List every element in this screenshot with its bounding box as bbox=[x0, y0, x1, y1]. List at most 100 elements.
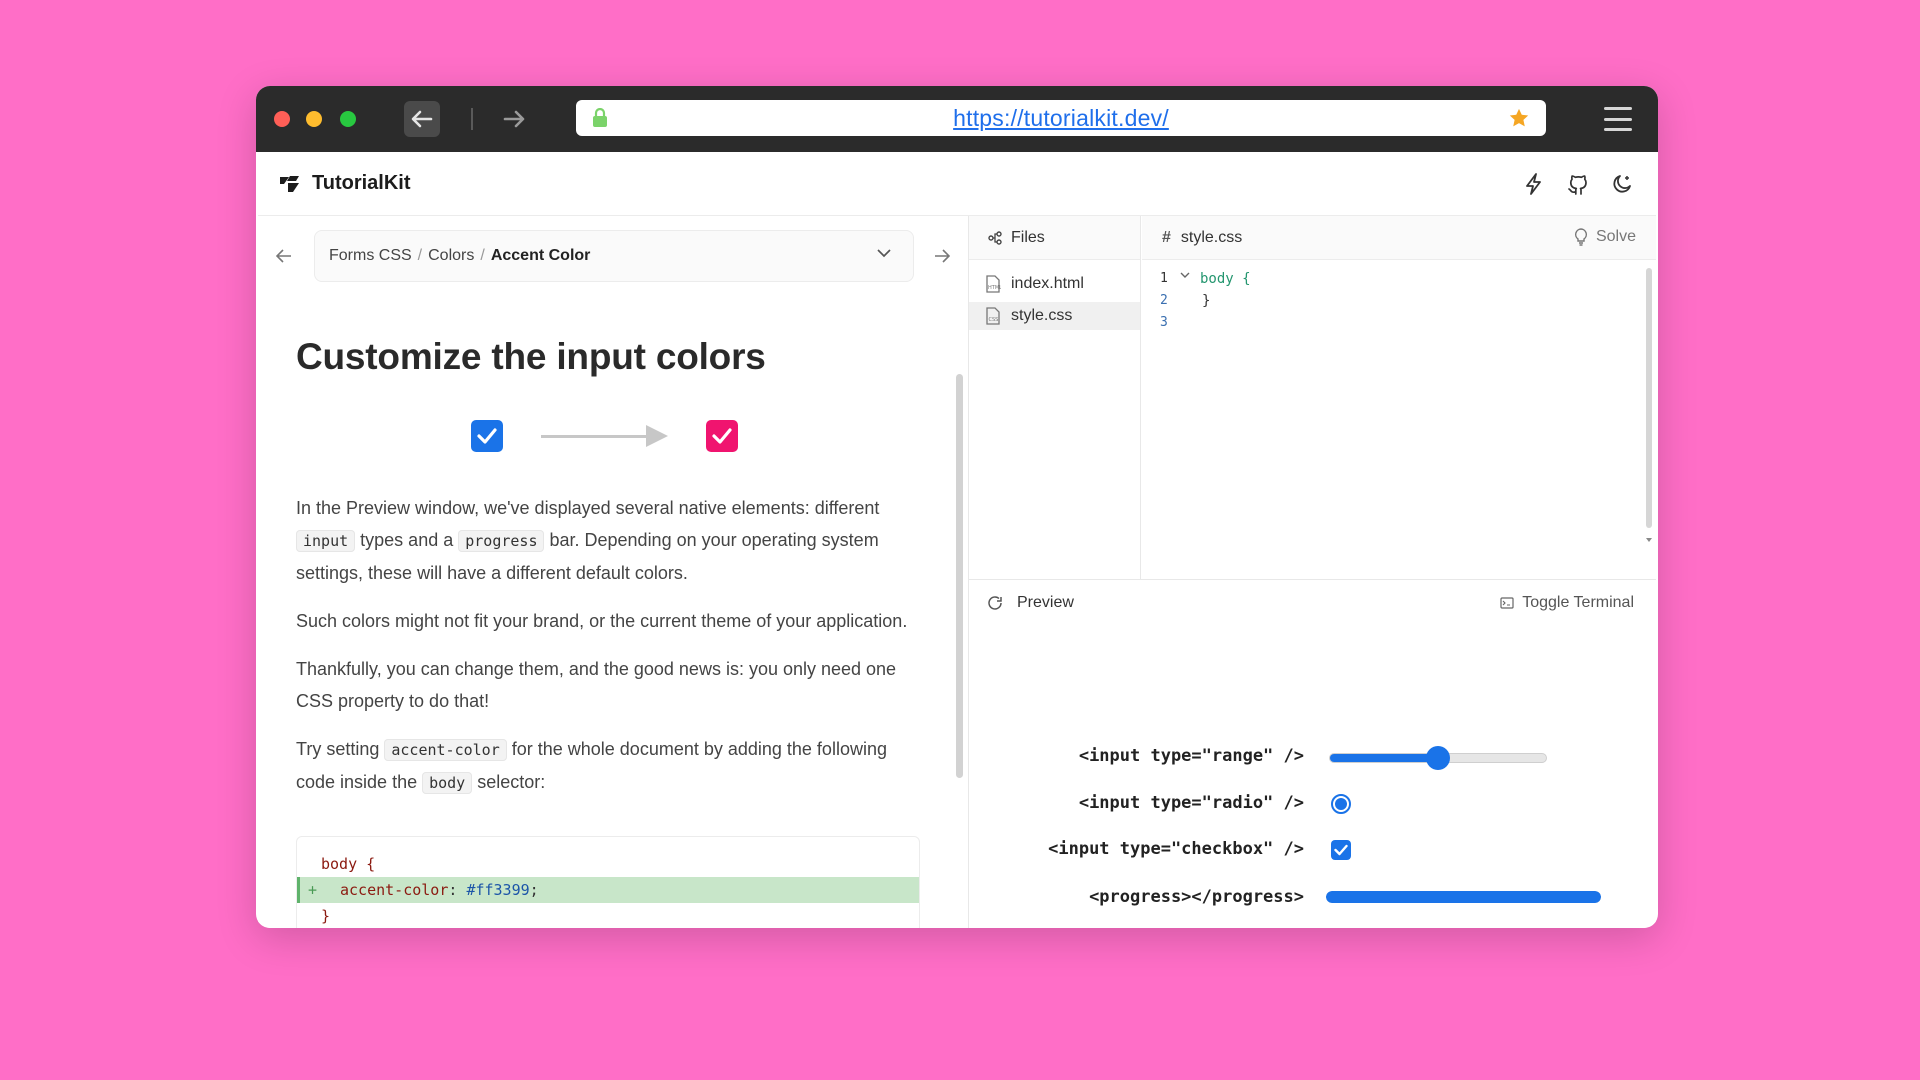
progress-label: <progress></progress> bbox=[1089, 887, 1304, 907]
code-block: body { + accent-color: #ff3399; } bbox=[296, 836, 920, 928]
preview-row-progress: <progress></progress> bbox=[969, 877, 1656, 917]
moon-theme-icon[interactable] bbox=[1610, 172, 1634, 196]
paragraph-instruction: Try setting accent-color for the whole d… bbox=[296, 733, 920, 799]
css-property: accent-color bbox=[340, 881, 449, 899]
arrow-left-icon bbox=[276, 249, 291, 263]
breadcrumb[interactable]: Forms CSS / Colors / Accent Color bbox=[314, 230, 914, 282]
breadcrumb-item-forms-css[interactable]: Forms CSS bbox=[329, 247, 412, 265]
html-file-icon: HTML bbox=[986, 275, 1001, 293]
bolt-icon[interactable] bbox=[1522, 172, 1546, 196]
browser-back-button[interactable] bbox=[404, 101, 440, 137]
hamburger-menu-icon[interactable] bbox=[1604, 107, 1632, 131]
arrow-left-icon bbox=[411, 110, 433, 128]
text: types and a bbox=[355, 530, 459, 550]
paragraph-good-news: Thankfully, you can change them, and the… bbox=[296, 659, 897, 711]
star-icon[interactable] bbox=[1508, 107, 1530, 129]
inline-code: input bbox=[296, 530, 356, 552]
url-text[interactable]: https://tutorialkit.dev/ bbox=[953, 105, 1169, 132]
checkbox[interactable] bbox=[1331, 840, 1351, 860]
checkbox-pink-icon bbox=[706, 420, 738, 452]
radio-button[interactable] bbox=[1331, 794, 1351, 814]
breadcrumb-row: Forms CSS / Colors / Accent Color bbox=[258, 230, 968, 284]
preview-row-checkbox: <input type="checkbox" /> bbox=[969, 829, 1656, 869]
css-file-icon: CSS bbox=[986, 307, 1000, 325]
file-name: index.html bbox=[1011, 275, 1084, 292]
fold-chevron-icon[interactable] bbox=[1180, 271, 1190, 279]
css-semicolon: ; bbox=[529, 881, 539, 899]
editor-tab-label[interactable]: style.css bbox=[1181, 229, 1242, 247]
inline-code: accent-color bbox=[384, 739, 507, 761]
refresh-icon[interactable] bbox=[987, 595, 1003, 611]
prev-lesson-button[interactable] bbox=[272, 244, 296, 268]
brand-name: TutorialKit bbox=[312, 172, 411, 194]
scroll-down-icon[interactable] bbox=[1646, 538, 1652, 542]
tutorialkit-app: TutorialKit Forms CSS / Colors / Accent … bbox=[258, 152, 1656, 928]
maximize-window-button[interactable] bbox=[340, 111, 356, 127]
brand[interactable]: TutorialKit bbox=[278, 172, 411, 195]
breadcrumb-item-current: Accent Color bbox=[490, 247, 591, 264]
svg-text:CSS: CSS bbox=[989, 317, 999, 323]
preview-row-radio: <input type="radio" /> bbox=[969, 783, 1656, 823]
tutorialkit-logo-icon bbox=[280, 175, 299, 192]
arrow-line bbox=[541, 435, 651, 438]
preview-row-range: <input type="range" /> bbox=[969, 736, 1656, 776]
editor-scrollbar[interactable] bbox=[1646, 268, 1652, 528]
top-bar: TutorialKit bbox=[258, 152, 1656, 216]
range-slider-thumb[interactable] bbox=[1426, 746, 1450, 770]
close-window-button[interactable] bbox=[274, 111, 290, 127]
terminal-icon bbox=[1500, 597, 1514, 609]
code-line: } bbox=[1202, 293, 1211, 309]
browser-forward-button[interactable] bbox=[496, 101, 532, 137]
file-list: HTML index.html CSS style.css bbox=[969, 260, 1140, 330]
breadcrumb-item-colors[interactable]: Colors bbox=[428, 247, 474, 265]
toggle-terminal-label: Toggle Terminal bbox=[1522, 594, 1634, 611]
code-lines: body { } bbox=[1200, 268, 1251, 334]
minimize-window-button[interactable] bbox=[306, 111, 322, 127]
code-editor[interactable]: # style.css Solve 1 2 3 body {} bbox=[1142, 216, 1656, 580]
github-icon[interactable] bbox=[1566, 172, 1590, 196]
browser-chrome: https://tutorialkit.dev/ bbox=[256, 86, 1658, 152]
lightbulb-icon bbox=[1574, 228, 1588, 246]
inline-code: body bbox=[422, 772, 473, 794]
progress-bar bbox=[1326, 891, 1601, 903]
file-tree: Files HTML index.html CSS style.css bbox=[969, 216, 1141, 580]
diff-plus: + bbox=[308, 881, 318, 899]
lesson-panel: Forms CSS / Colors / Accent Color Custom… bbox=[258, 216, 968, 928]
checkbox-blue-icon bbox=[471, 420, 503, 452]
code-line: body { bbox=[1200, 271, 1251, 287]
lock-icon bbox=[593, 108, 607, 127]
chevron-down-icon[interactable] bbox=[877, 248, 891, 258]
arrow-right-icon bbox=[935, 249, 950, 263]
progress-fill bbox=[1326, 891, 1601, 903]
next-lesson-button[interactable] bbox=[930, 244, 954, 268]
arrow-right-icon bbox=[503, 110, 525, 128]
editor-tab-bar: # style.css Solve bbox=[1142, 216, 1656, 260]
css-colon: : bbox=[448, 881, 467, 899]
browser-window: https://tutorialkit.dev/ TutorialKit For… bbox=[256, 86, 1658, 928]
preview-header: Preview Toggle Terminal bbox=[969, 580, 1656, 626]
range-label: <input type="range" /> bbox=[1078, 746, 1304, 766]
solve-button[interactable]: Solve bbox=[1574, 228, 1636, 246]
paragraph-intro: In the Preview window, we've displayed s… bbox=[296, 492, 920, 589]
file-item-style-css[interactable]: CSS style.css bbox=[969, 302, 1140, 330]
text: In the Preview window, we've displayed s… bbox=[296, 498, 880, 518]
paragraph-brand: Such colors might not fit your brand, or… bbox=[296, 611, 908, 631]
lesson-scrollbar[interactable] bbox=[956, 374, 963, 778]
line-numbers: 1 2 3 bbox=[1160, 268, 1168, 334]
checkbox-label: <input type="checkbox" /> bbox=[1048, 839, 1304, 859]
arrow-head-icon bbox=[646, 425, 668, 447]
range-slider-fill bbox=[1330, 754, 1438, 762]
toggle-terminal-button[interactable]: Toggle Terminal bbox=[1500, 594, 1634, 612]
file-item-index-html[interactable]: HTML index.html bbox=[969, 270, 1140, 298]
file-name: style.css bbox=[1011, 307, 1073, 324]
code-line-added: + accent-color: #ff3399; bbox=[297, 877, 919, 903]
line-number: 3 bbox=[1160, 315, 1168, 330]
code-line: } bbox=[321, 907, 331, 925]
preview-title: Preview bbox=[1017, 594, 1074, 611]
address-bar[interactable]: https://tutorialkit.dev/ bbox=[576, 100, 1546, 136]
code-line: body { bbox=[321, 855, 376, 873]
editor-area: Files HTML index.html CSS style.css # st… bbox=[969, 216, 1656, 580]
line-number: 1 bbox=[1160, 271, 1168, 286]
lesson-title: Customize the input colors bbox=[296, 336, 766, 377]
